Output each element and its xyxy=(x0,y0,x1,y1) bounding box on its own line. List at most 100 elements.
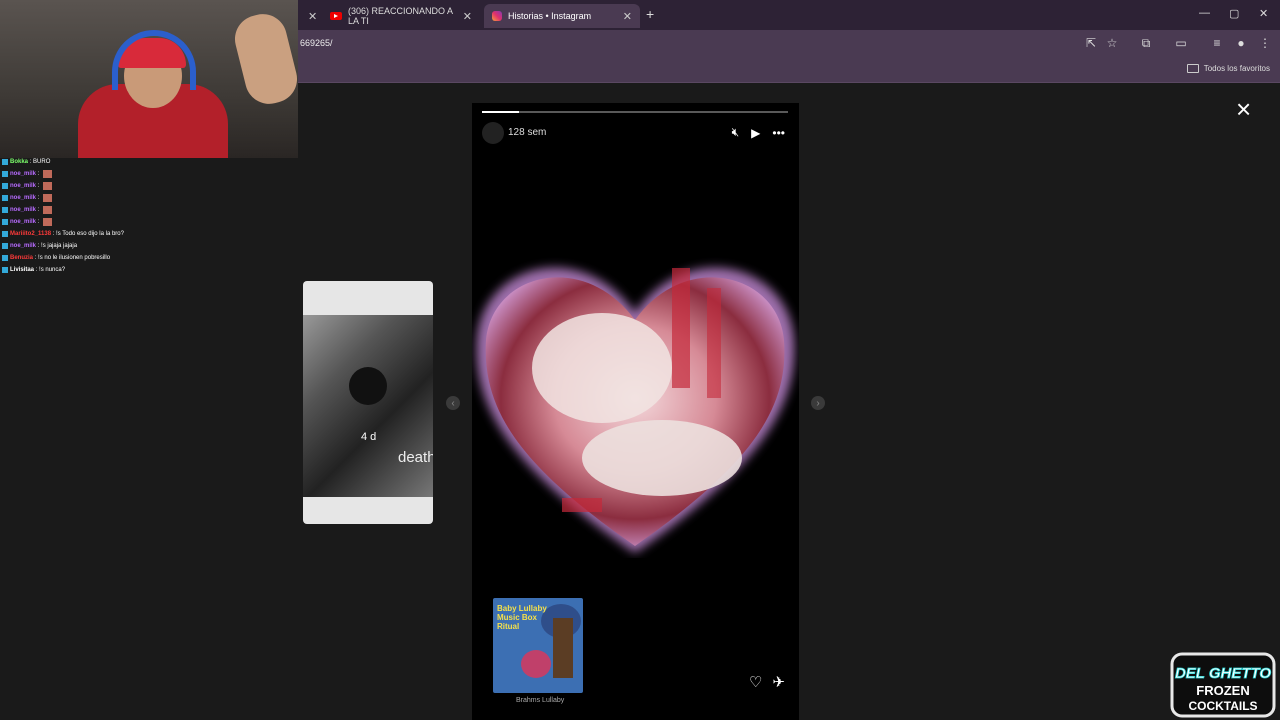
maximize-button[interactable]: ▢ xyxy=(1229,7,1239,20)
url-field[interactable]: 669265/ xyxy=(300,38,333,48)
tab-previous[interactable]: ✕ xyxy=(300,4,322,28)
chat-message: Bokka : BURO xyxy=(2,156,124,168)
story-controls: 🔇︎ ▶ ••• xyxy=(732,125,785,140)
folder-icon xyxy=(1186,64,1199,73)
emote-icon xyxy=(43,218,53,226)
bookmark-star-icon[interactable]: ☆ xyxy=(1105,36,1119,50)
previous-story-avatar xyxy=(349,367,387,405)
badge-icon xyxy=(2,267,8,273)
share-icon[interactable]: ✈ xyxy=(772,673,785,691)
cast-icon[interactable]: ▭ xyxy=(1174,36,1188,50)
logo-line-3: COCKTAILS xyxy=(1188,699,1257,713)
chat-username: Benuzia xyxy=(10,255,34,261)
previous-story-caption: death xyxy=(398,449,433,466)
badge-icon xyxy=(2,159,8,165)
chat-username: noe_milk xyxy=(10,183,37,189)
tab-instagram[interactable]: Historias • Instagram ✕ xyxy=(484,4,640,28)
streamer-hand xyxy=(229,9,298,109)
badge-icon xyxy=(2,219,8,225)
emote-icon xyxy=(43,170,53,178)
previous-story-arrow-icon[interactable]: ‹ xyxy=(446,396,460,410)
del-ghetto-frozen-cocktails-logo: DEL GHETTO FROZEN COCKTAILS xyxy=(1170,652,1276,718)
profile-avatar[interactable]: ● xyxy=(1234,36,1248,50)
mute-icon[interactable]: 🔇︎ xyxy=(732,125,740,140)
badge-icon xyxy=(2,183,8,189)
next-story-arrow-icon[interactable]: › xyxy=(811,396,825,410)
instagram-icon xyxy=(492,11,502,21)
chat-message: noe_milk : xyxy=(2,168,124,180)
chat-text: !s jajaja jajaja xyxy=(41,243,78,249)
chat-message: Livisitaa : !s nunca? xyxy=(2,264,124,276)
chat-separator: : xyxy=(36,195,42,201)
badge-icon xyxy=(2,243,8,249)
tree-trunk-shape xyxy=(553,618,573,678)
story-time-ago: 128 sem xyxy=(508,127,547,138)
chat-text: !s Todo eso dijo la la bro? xyxy=(56,231,124,237)
heart-icon[interactable]: ♡ xyxy=(749,673,762,691)
music-sticker-caption: Brahms Lullaby xyxy=(516,697,565,704)
previous-story-photo xyxy=(303,315,433,497)
play-icon[interactable]: ▶ xyxy=(751,126,760,140)
stream-chat: Bokka : BURO noe_milk : noe_milk : noe_mi… xyxy=(2,156,124,276)
story-author-avatar[interactable] xyxy=(482,122,504,144)
story-card[interactable]: 128 sem 🔇︎ ▶ ••• Baby Lullaby Music Box … xyxy=(472,103,799,720)
emote-icon xyxy=(43,194,53,202)
chat-username: Mariiito2_1138 xyxy=(10,231,52,237)
chat-separator: : xyxy=(36,171,42,177)
bookmarks-label: Todos los favoritos xyxy=(1203,64,1270,73)
chat-text: BURO xyxy=(33,159,51,165)
story-heart-photo xyxy=(476,267,795,553)
install-app-icon[interactable]: ⇱ xyxy=(1084,36,1098,50)
new-tab-button[interactable]: + xyxy=(646,6,654,22)
chat-message: noe_milk : !s jajaja jajaja xyxy=(2,240,124,252)
minimize-button[interactable]: — xyxy=(1199,7,1210,19)
chat-text: !s nunca? xyxy=(39,267,66,273)
media-controls-icon[interactable]: ≡ xyxy=(1210,36,1224,50)
badge-icon xyxy=(2,171,8,177)
close-tab-icon[interactable]: ✕ xyxy=(308,10,317,23)
previous-story-time: 4 d xyxy=(361,431,377,443)
music-sticker[interactable]: Baby Lullaby Music Box Ritual xyxy=(493,598,583,693)
badge-icon xyxy=(2,207,8,213)
chat-username: noe_milk xyxy=(10,243,37,249)
browser-menu-icon[interactable]: ⋮ xyxy=(1258,36,1272,50)
chat-username: Bokka xyxy=(10,159,29,165)
chat-separator: : xyxy=(36,207,42,213)
close-viewer-icon[interactable]: × xyxy=(1236,96,1251,122)
emote-icon xyxy=(43,182,53,190)
chat-username: noe_milk xyxy=(10,195,37,201)
all-bookmarks-button[interactable]: Todos los favoritos xyxy=(1186,64,1270,73)
chat-username: Livisitaa xyxy=(10,267,35,273)
tab-label: (306) REACCIONANDO A LA TI xyxy=(348,6,453,26)
tab-label: Historias • Instagram xyxy=(508,11,592,21)
previous-story-preview[interactable]: 4 d death xyxy=(303,281,433,524)
badge-icon xyxy=(2,195,8,201)
story-progress-fill xyxy=(482,111,519,113)
chat-message: noe_milk : xyxy=(2,180,124,192)
extensions-icon[interactable]: ⧉ xyxy=(1139,36,1153,50)
youtube-icon xyxy=(330,12,342,20)
chat-message: Mariiito2_1138 : !s Todo eso dijo la la … xyxy=(2,228,124,240)
close-tab-icon[interactable]: ✕ xyxy=(463,10,472,23)
music-sticker-title: Baby Lullaby Music Box Ritual xyxy=(497,604,547,631)
chat-username: noe_milk xyxy=(10,207,37,213)
story-progress-bar xyxy=(482,111,788,113)
chat-separator: : xyxy=(36,219,42,225)
story-reactions: ♡ ✈ xyxy=(749,673,785,691)
logo-line-1: DEL GHETTO xyxy=(1175,665,1271,682)
close-tab-icon[interactable]: ✕ xyxy=(623,10,632,23)
badge-icon xyxy=(2,255,8,261)
close-window-button[interactable]: ✕ xyxy=(1259,7,1268,20)
chat-message: noe_milk : xyxy=(2,216,124,228)
logo-line-2: FROZEN xyxy=(1196,683,1249,698)
chat-message: Benuzia : !s no le ilusionen pobresillo xyxy=(2,252,124,264)
emote-icon xyxy=(43,206,53,214)
chat-message: noe_milk : xyxy=(2,204,124,216)
more-icon[interactable]: ••• xyxy=(772,126,785,140)
baby-illustration xyxy=(521,650,551,678)
chat-username: noe_milk xyxy=(10,219,37,225)
tab-youtube[interactable]: (306) REACCIONANDO A LA TI ✕ xyxy=(322,4,480,28)
chat-separator: : xyxy=(36,183,42,189)
chat-text: !s no le ilusionen pobresillo xyxy=(38,255,111,261)
streamer-webcam xyxy=(0,0,298,158)
